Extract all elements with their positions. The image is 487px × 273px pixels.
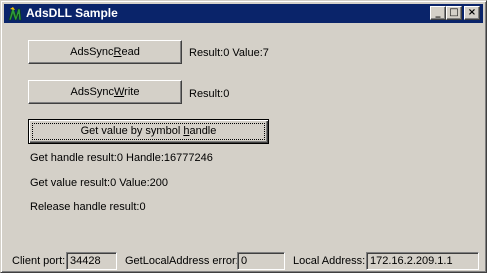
local-address-error-field: 0 — [237, 252, 285, 270]
client-port-label: Client port: — [12, 255, 66, 267]
write-result-text: Result:0 — [189, 88, 230, 100]
minimize-button[interactable]: _ — [430, 6, 446, 20]
ads-sync-write-label: AdsSyncWrite — [70, 86, 140, 98]
app-window: AdsDLL Sample _ □ × AdsSyncRead Result:0… — [0, 0, 487, 273]
close-button[interactable]: × — [464, 6, 480, 20]
ads-sync-write-button[interactable]: AdsSyncWrite — [28, 80, 182, 104]
local-address-label: Local Address: — [293, 255, 366, 267]
client-port-field: 34428 — [66, 252, 117, 270]
maximize-button[interactable]: □ — [446, 6, 462, 20]
maximize-icon: □ — [449, 7, 459, 18]
release-handle-result-text: Release handle result:0 — [30, 201, 146, 213]
window-title: AdsDLL Sample — [26, 6, 118, 20]
local-address-field: 172.16.2.209.1.1 — [366, 252, 479, 270]
app-icon — [8, 7, 22, 21]
minimize-icon: _ — [435, 7, 441, 18]
get-value-by-symbol-handle-label: Get value by symbol handle — [80, 125, 217, 137]
get-handle-result-text: Get handle result:0 Handle:16777246 — [30, 152, 213, 164]
title-bar[interactable]: AdsDLL Sample _ □ × — [4, 4, 483, 23]
get-value-by-symbol-handle-button[interactable]: Get value by symbol handle — [28, 119, 269, 144]
close-icon: × — [467, 7, 477, 18]
ads-sync-read-label: AdsSyncRead — [70, 46, 140, 58]
local-address-error-label: GetLocalAddress error: — [125, 255, 239, 267]
read-result-text: Result:0 Value:7 — [189, 47, 269, 59]
get-value-result-text: Get value result:0 Value:200 — [30, 177, 168, 189]
ads-sync-read-button[interactable]: AdsSyncRead — [28, 40, 182, 64]
